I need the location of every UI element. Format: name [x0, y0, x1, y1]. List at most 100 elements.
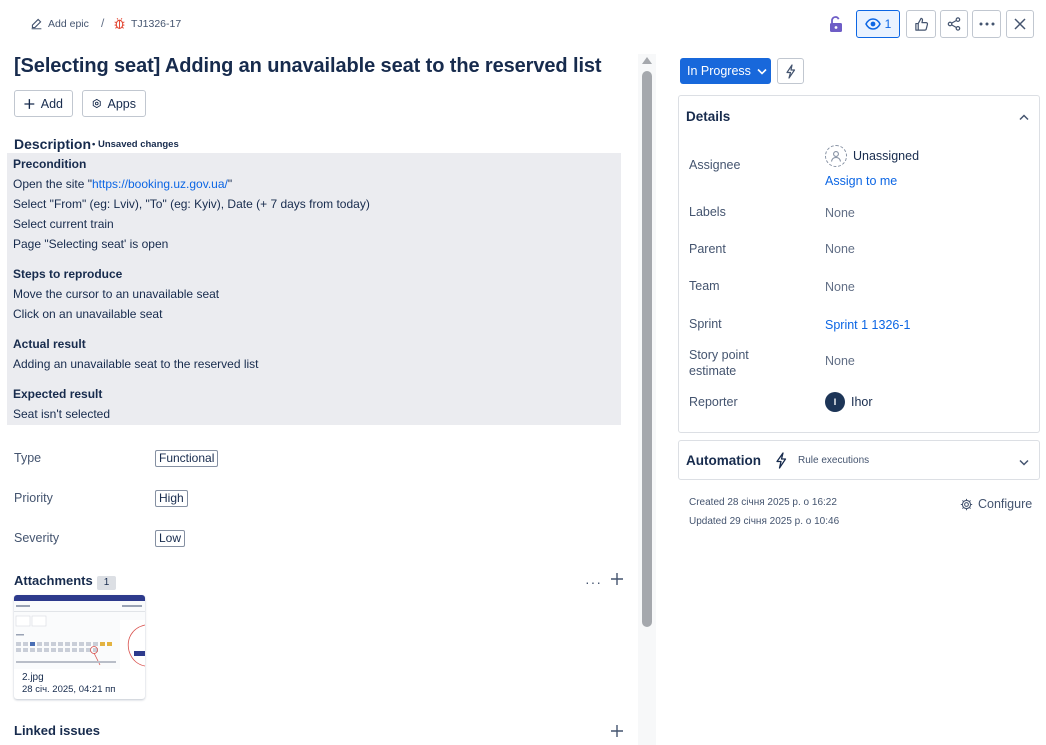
- collapse-details-button[interactable]: [1019, 110, 1029, 124]
- thumbs-up-icon: [914, 17, 928, 31]
- add-button-label: Add: [40, 96, 63, 111]
- details-panel: Details Assignee Unassigned Assign to me…: [678, 95, 1040, 433]
- priority-label: Priority: [14, 491, 53, 505]
- expand-automation-button[interactable]: [1019, 455, 1029, 469]
- watchers-count: 1: [884, 17, 892, 31]
- watch-button[interactable]: 1: [856, 10, 900, 38]
- unsaved-changes-indicator: • Unsaved changes: [92, 139, 179, 150]
- linked-issues-heading: Linked issues: [14, 723, 100, 738]
- parent-value[interactable]: None: [825, 242, 855, 256]
- chevron-up-icon: [1019, 114, 1029, 121]
- severity-value[interactable]: Low: [155, 530, 186, 547]
- top-bar: Add epic / TJ1326-17 1: [0, 0, 1046, 48]
- linked-issues-add-button[interactable]: [610, 724, 624, 741]
- step-line-2: Click on an unavailable seat: [13, 307, 163, 321]
- sprint-value[interactable]: Sprint 1 1326-1: [825, 318, 910, 332]
- attachments-count: 1: [97, 576, 116, 590]
- precondition-line-3: Select current train: [13, 217, 114, 231]
- bug-icon: [114, 17, 125, 29]
- assignee-label: Assignee: [689, 158, 741, 172]
- more-icon: [979, 22, 994, 26]
- share-button[interactable]: [940, 10, 968, 38]
- scrollbar-thumb[interactable]: [642, 71, 652, 627]
- precondition-line-4: Page "Selecting seat' is open: [13, 237, 169, 251]
- rule-executions-label: Rule executions: [798, 455, 870, 466]
- priority-value[interactable]: High: [155, 490, 188, 507]
- labels-value[interactable]: None: [825, 206, 855, 220]
- apps-button[interactable]: Apps: [82, 90, 146, 117]
- person-icon: [830, 151, 842, 162]
- description-heading: Description: [14, 136, 92, 152]
- close-icon: [1014, 18, 1026, 30]
- issue-key: TJ1326-17: [131, 17, 182, 30]
- actions-button[interactable]: [777, 58, 804, 84]
- team-label: Team: [689, 279, 720, 293]
- issue-key-link[interactable]: TJ1326-17: [113, 17, 181, 30]
- attachments-more-button[interactable]: ···: [585, 574, 602, 590]
- status-label: In Progress: [687, 64, 751, 78]
- automation-heading: Automation: [686, 453, 761, 468]
- apps-icon: [92, 98, 101, 109]
- attachments-add-button[interactable]: [610, 572, 624, 589]
- booking-site-link[interactable]: https://booking.uz.gov.ua/: [92, 177, 228, 191]
- assignee-value[interactable]: Unassigned: [853, 149, 919, 163]
- plus-icon: [611, 725, 623, 737]
- chevron-down-icon: [757, 68, 767, 75]
- status-dropdown[interactable]: In Progress: [680, 58, 771, 84]
- assign-to-me-link[interactable]: Assign to me: [825, 174, 897, 188]
- close-button[interactable]: [1006, 10, 1034, 38]
- gear-icon: [960, 498, 973, 510]
- details-heading[interactable]: Details: [686, 109, 730, 124]
- type-value[interactable]: Functional: [155, 450, 219, 467]
- precondition-heading: Precondition: [13, 157, 87, 171]
- apps-button-label: Apps: [107, 96, 137, 111]
- add-epic-link[interactable]: Add epic: [30, 17, 89, 30]
- issue-title[interactable]: [Selecting seat] Adding an unavailable s…: [14, 55, 602, 78]
- scroll-up-arrow[interactable]: [641, 54, 653, 68]
- description-editor[interactable]: Precondition Open the site "https://book…: [7, 153, 621, 425]
- eye-icon: [864, 18, 881, 30]
- labels-label: Labels: [689, 205, 726, 219]
- edit-icon: [31, 18, 42, 30]
- reporter-label: Reporter: [689, 395, 738, 409]
- story-point-value[interactable]: None: [825, 354, 855, 368]
- precondition-line-1: Open the site "https://booking.uz.gov.ua…: [13, 177, 233, 191]
- lock-icon: [830, 15, 842, 32]
- breadcrumb-separator: /: [101, 16, 105, 30]
- lightning-icon: [786, 63, 796, 79]
- actual-result-line: Adding an unavailable seat to the reserv…: [13, 357, 259, 371]
- add-button[interactable]: Add: [14, 90, 73, 117]
- avatar: I: [825, 392, 845, 412]
- attachment-date: 28 січ. 2025, 04:21 пп: [22, 684, 116, 695]
- configure-button[interactable]: Configure: [960, 497, 1032, 511]
- steps-heading: Steps to reproduce: [13, 267, 123, 281]
- step-line-1: Move the cursor to an unavailable seat: [13, 287, 220, 301]
- precondition-line-2: Select "From" (eg: Lviv), "To" (eg: Kyiv…: [13, 197, 370, 211]
- sprint-label: Sprint: [689, 317, 722, 331]
- expected-result-heading: Expected result: [13, 387, 103, 401]
- unassigned-avatar: [825, 145, 847, 167]
- attachments-heading: Attachments: [14, 573, 93, 588]
- lightning-icon: [775, 452, 787, 472]
- type-label: Type: [14, 451, 42, 465]
- vote-button[interactable]: [906, 10, 936, 38]
- configure-label: Configure: [978, 497, 1033, 511]
- automation-panel[interactable]: Automation Rule executions: [678, 440, 1040, 480]
- restrictions-button[interactable]: [826, 13, 846, 35]
- chevron-down-icon: [1019, 459, 1029, 466]
- triangle-up-icon: [642, 57, 652, 64]
- reporter-value[interactable]: Ihor: [851, 395, 873, 409]
- expected-result-line: Seat isn't selected: [13, 407, 111, 421]
- share-icon: [947, 17, 961, 31]
- screenshot-preview-image: [14, 595, 145, 669]
- more-actions-button[interactable]: [972, 10, 1001, 38]
- attachment-file-name: 2.jpg: [22, 672, 44, 683]
- plus-icon: [611, 573, 623, 585]
- attachment-card[interactable]: 2.jpg 28 січ. 2025, 04:21 пп: [14, 595, 145, 699]
- updated-timestamp: Updated 29 січня 2025 р. о 10:46: [689, 516, 840, 527]
- attachment-thumbnail: [14, 595, 145, 669]
- parent-label: Parent: [689, 242, 726, 256]
- severity-label: Severity: [14, 531, 60, 545]
- plus-icon: [24, 98, 35, 109]
- team-value[interactable]: None: [825, 280, 855, 294]
